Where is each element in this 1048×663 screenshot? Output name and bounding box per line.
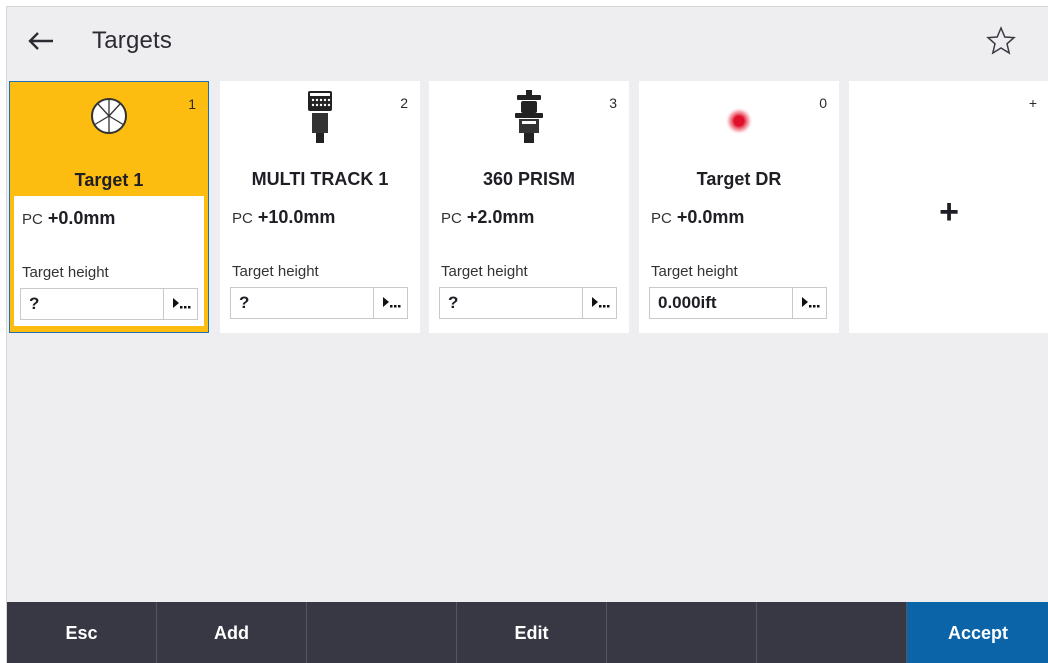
target-card[interactable]: 0 Target DR PC +0.0mm Target height 0.00…	[639, 81, 839, 333]
bottom-toolbar: Esc Add Edit Accept	[7, 602, 1048, 663]
target-height-field[interactable]: ?	[439, 287, 617, 319]
add-button[interactable]: Add	[157, 602, 307, 663]
laser-dot-icon	[725, 107, 753, 135]
accept-button[interactable]: Accept	[907, 602, 1048, 663]
target-height-label: Target height	[441, 263, 528, 280]
back-button[interactable]	[21, 21, 61, 61]
esc-button[interactable]: Esc	[7, 602, 157, 663]
pc-label: PC	[651, 210, 672, 227]
target-card[interactable]: 2 MULTI TRACK 1 PC +10.0mm Target height…	[220, 81, 420, 333]
pc-value: +0.0mm	[676, 207, 745, 227]
pc-label: PC	[22, 211, 43, 228]
targets-screen: Targets 1 Target 1 PC +0.0mm Target heig…	[6, 6, 1048, 663]
target-height-label: Target height	[22, 264, 109, 281]
pc-value: +2.0mm	[466, 207, 535, 227]
prism-constant: PC +0.0mm	[651, 207, 744, 228]
favorite-button[interactable]	[983, 23, 1019, 59]
target-card[interactable]: 1 Target 1 PC +0.0mm Target height ?	[9, 81, 209, 333]
pc-value: +10.0mm	[257, 207, 336, 227]
target-details: PC +2.0mm Target height ?	[433, 195, 623, 325]
target-name: 360 PRISM	[482, 169, 576, 189]
pc-label: PC	[232, 210, 253, 227]
empty-softkey	[757, 602, 907, 663]
prism-constant: PC +10.0mm	[232, 207, 335, 228]
arrow-menu-icon	[382, 297, 400, 308]
target-name: Target DR	[696, 169, 782, 189]
multitrack-prism-icon	[308, 91, 332, 143]
add-corner-label: +	[1028, 95, 1037, 111]
prism-constant: PC +2.0mm	[441, 207, 534, 228]
prism-constant: PC +0.0mm	[22, 208, 115, 229]
target-details: PC +0.0mm Target height 0.000ift	[643, 195, 833, 325]
arrow-menu-icon	[801, 297, 819, 308]
target-name: Target 1	[74, 170, 144, 190]
target-height-value[interactable]: ?	[21, 294, 163, 314]
target-height-value[interactable]: 0.000ift	[650, 293, 792, 313]
target-height-field[interactable]: ?	[230, 287, 408, 319]
target-height-field[interactable]: 0.000ift	[649, 287, 827, 319]
target-height-menu-button[interactable]	[373, 288, 407, 318]
header-bar: Targets	[7, 7, 1048, 77]
arrow-menu-icon	[172, 298, 190, 309]
pc-label: PC	[441, 210, 462, 227]
target-height-label: Target height	[232, 263, 319, 280]
target-height-menu-button[interactable]	[792, 288, 826, 318]
target-details: PC +0.0mm Target height ?	[14, 196, 204, 326]
empty-softkey	[307, 602, 457, 663]
target-height-value[interactable]: ?	[231, 293, 373, 313]
target-name: MULTI TRACK 1	[251, 169, 389, 189]
target-height-menu-button[interactable]	[582, 288, 616, 318]
target-card[interactable]: 3 360 PRISM PC +2.0mm Target height ?	[429, 81, 629, 333]
arrow-menu-icon	[591, 297, 609, 308]
pc-value: +0.0mm	[47, 208, 116, 228]
add-target-card[interactable]: + +	[849, 81, 1048, 333]
page-title: Targets	[92, 27, 173, 54]
star-outline-icon	[986, 26, 1016, 55]
empty-softkey	[607, 602, 757, 663]
plus-icon: +	[939, 193, 959, 231]
prism-circle-icon	[91, 98, 127, 134]
arrow-left-icon	[28, 32, 53, 50]
edit-button[interactable]: Edit	[457, 602, 607, 663]
target-height-label: Target height	[651, 263, 738, 280]
target-height-menu-button[interactable]	[163, 289, 197, 319]
prism-360-icon	[515, 90, 543, 143]
target-height-field[interactable]: ?	[20, 288, 198, 320]
target-height-value[interactable]: ?	[440, 293, 582, 313]
target-details: PC +10.0mm Target height ?	[224, 195, 414, 325]
